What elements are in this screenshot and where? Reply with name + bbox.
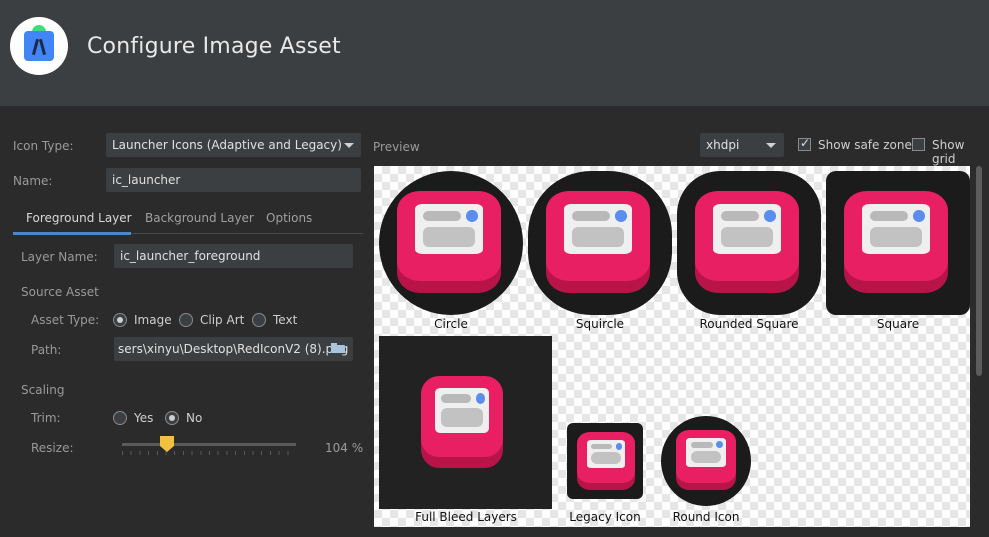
android-studio-logo-icon (10, 17, 68, 75)
preview-scrollbar-thumb[interactable] (976, 166, 982, 376)
name-label: Name: (13, 174, 53, 188)
asset-type-image-radio[interactable] (113, 313, 127, 327)
app-icon-circle (397, 191, 501, 293)
resize-slider-ticks (122, 451, 296, 455)
caption-circle: Circle (434, 317, 468, 331)
asset-type-clipart-label: Clip Art (200, 313, 245, 327)
caption-square: Square (876, 317, 920, 331)
asset-type-label: Asset Type: (31, 313, 100, 327)
app-icon-rounded-square (695, 191, 799, 293)
show-safe-zone-label: Show safe zone (818, 138, 912, 152)
caption-round: Round Icon (672, 510, 740, 524)
caption-full-bleed: Full Bleed Layers (415, 510, 517, 524)
app-icon-legacy (577, 432, 635, 490)
chevron-down-icon (766, 143, 776, 148)
folder-open-icon[interactable] (331, 343, 345, 353)
app-icon-round (676, 430, 736, 490)
show-grid-label: Show grid (932, 138, 965, 166)
trim-yes-radio[interactable] (113, 411, 127, 425)
show-grid-checkbox[interactable] (912, 138, 925, 151)
dialog-header: Configure Image Asset (0, 0, 989, 106)
active-tab-indicator (13, 232, 131, 235)
tab-options[interactable]: Options (266, 211, 312, 225)
preview-label: Preview (373, 140, 420, 154)
icon-type-value: Launcher Icons (Adaptive and Legacy) (112, 138, 342, 152)
density-value: xhdpi (706, 138, 740, 152)
icon-type-dropdown[interactable]: Launcher Icons (Adaptive and Legacy) (106, 133, 361, 157)
resize-label: Resize: (31, 441, 74, 455)
trim-label: Trim: (31, 411, 61, 425)
layer-name-label: Layer Name: (21, 250, 98, 264)
preview-scrollbar[interactable] (975, 166, 983, 527)
tab-foreground-layer[interactable]: Foreground Layer (26, 211, 132, 225)
path-input[interactable]: sers\xinyu\Desktop\RedIconV2 (8).png (114, 337, 353, 361)
scaling-heading: Scaling (21, 383, 65, 397)
preview-canvas: Circle Squircle Rounded Square Square Fu… (374, 166, 970, 527)
show-safe-zone-checkbox[interactable] (798, 136, 811, 151)
asset-type-text-label: Text (273, 313, 298, 327)
trim-no-label: No (186, 411, 203, 425)
app-icon-squircle (546, 191, 650, 293)
asset-type-clipart-radio[interactable] (179, 313, 193, 327)
dialog-title: Configure Image Asset (87, 34, 341, 59)
trim-yes-label: Yes (134, 411, 154, 425)
app-icon-square (844, 191, 948, 293)
path-label: Path: (31, 343, 62, 357)
caption-rounded-square: Rounded Square (699, 317, 799, 331)
path-value: sers\xinyu\Desktop\RedIconV2 (8).png (118, 342, 349, 356)
name-input[interactable]: ic_launcher (106, 168, 361, 192)
resize-value: 104 % (325, 441, 364, 455)
caption-squircle: Squircle (575, 317, 625, 331)
trim-no-radio[interactable] (165, 411, 179, 425)
asset-type-text-radio[interactable] (252, 313, 266, 327)
app-icon-full-bleed (421, 376, 503, 468)
source-asset-heading: Source Asset (21, 285, 99, 299)
layer-name-input[interactable]: ic_launcher_foreground (114, 244, 353, 268)
resize-slider-track[interactable] (122, 443, 296, 446)
icon-type-label: Icon Type: (13, 139, 74, 153)
chevron-down-icon (344, 143, 354, 148)
asset-type-image-label: Image (134, 313, 172, 327)
density-dropdown[interactable]: xhdpi (700, 133, 784, 157)
resize-slider-thumb[interactable] (160, 436, 174, 452)
tab-background-layer[interactable]: Background Layer (145, 211, 254, 225)
